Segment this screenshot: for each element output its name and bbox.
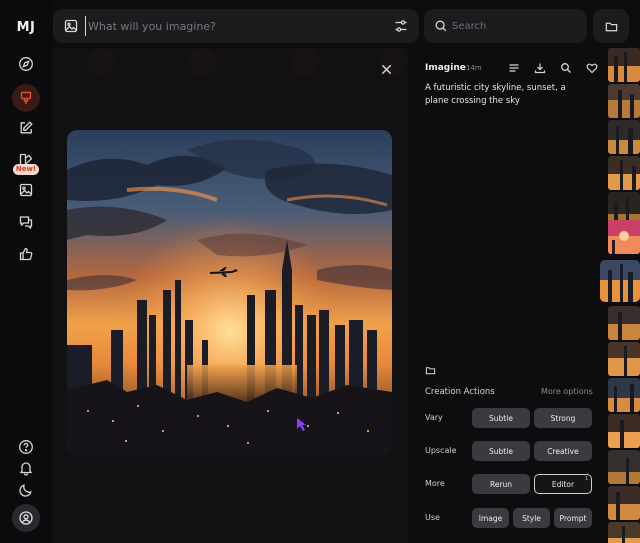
prompt-bar (53, 9, 419, 43)
job-type-label: Imagine (425, 63, 466, 73)
sidebar-item-organize[interactable] (12, 176, 40, 204)
brush-icon (20, 91, 32, 104)
compass-icon (19, 57, 33, 71)
background-thumbnails (87, 48, 407, 76)
folder-icon (425, 367, 436, 375)
upscale-subtle-button[interactable]: Subtle (472, 441, 530, 461)
list-icon (509, 64, 519, 72)
history-thumbnail[interactable] (608, 414, 640, 448)
editor-button[interactable]: Editor 1 (534, 474, 592, 494)
chat-icon (19, 216, 33, 230)
creation-actions-heading: Creation Actions (425, 387, 495, 397)
sidebar-item-chat[interactable] (12, 208, 40, 236)
sidebar-item-account[interactable] (12, 504, 40, 532)
use-image-button[interactable]: Image (472, 508, 509, 528)
history-thumbnail-selected[interactable] (600, 260, 640, 302)
prompt-text[interactable]: A futuristic city skyline, sunset, a pla… (425, 82, 575, 108)
prompt-input[interactable] (85, 16, 385, 36)
search-similar-button[interactable] (559, 61, 573, 75)
history-thumbnail[interactable] (608, 486, 640, 520)
vary-strong-button[interactable]: Strong (534, 408, 592, 428)
history-thumbnail[interactable] (608, 342, 640, 376)
new-badge: New! (13, 164, 39, 175)
close-button[interactable] (377, 60, 395, 78)
editor-count-badge: 1 (584, 476, 588, 482)
vary-label: Vary (425, 413, 443, 422)
more-options-link[interactable]: More options (541, 387, 593, 396)
more-label: More (425, 479, 445, 488)
history-thumbnail[interactable] (608, 48, 640, 82)
image-icon (19, 183, 33, 197)
city-skyline-picture (67, 130, 392, 455)
help-icon (19, 440, 33, 454)
job-timestamp: 14m (466, 64, 482, 72)
editor-button-label: Editor (551, 479, 575, 489)
upscale-creative-button[interactable]: Creative (534, 441, 592, 461)
image-actions (507, 61, 599, 75)
download-icon (534, 63, 546, 74)
folders-button[interactable] (593, 9, 629, 43)
sidebar-item-theme[interactable] (12, 476, 40, 504)
close-icon (381, 64, 391, 74)
moon-icon (19, 484, 32, 497)
history-thumbnail[interactable] (608, 120, 640, 154)
settings-sliders-icon[interactable] (393, 18, 409, 34)
search-icon (561, 63, 571, 73)
history-thumbnail[interactable] (608, 220, 640, 254)
edit-icon (20, 121, 33, 134)
rerun-button[interactable]: Rerun (472, 474, 530, 494)
search-bar (424, 9, 587, 43)
download-button[interactable] (533, 61, 547, 75)
details-panel: Imagine 14m A futuristic city skyline, s… (417, 48, 600, 543)
sidebar-item-edit[interactable] (12, 114, 40, 142)
use-prompt-button[interactable]: Prompt (554, 508, 592, 528)
bell-icon (19, 462, 33, 476)
folder-icon (605, 22, 617, 31)
history-thumbnail[interactable] (608, 522, 640, 543)
use-label: Use (425, 513, 440, 522)
use-style-button[interactable]: Style (513, 508, 550, 528)
app-logo[interactable]: MJ (0, 20, 52, 35)
vary-subtle-button[interactable]: Subtle (472, 408, 530, 428)
history-thumbnail[interactable] (608, 450, 640, 484)
like-button[interactable] (585, 61, 599, 75)
history-thumbnail[interactable] (608, 84, 640, 118)
search-input[interactable] (452, 16, 580, 36)
generated-image[interactable] (67, 130, 392, 455)
user-icon (19, 511, 33, 525)
history-thumbnail[interactable] (608, 378, 640, 412)
upscale-label: Upscale (425, 446, 457, 455)
search-icon (435, 20, 447, 32)
add-to-folder-button[interactable] (425, 361, 437, 375)
sidebar-item-rate[interactable] (12, 240, 40, 268)
image-upload-icon[interactable] (63, 18, 79, 34)
thumbs-up-icon (19, 247, 33, 261)
sidebar: MJ New! (0, 0, 52, 543)
sidebar-item-explore[interactable] (12, 50, 40, 78)
history-strip (600, 48, 640, 543)
sidebar-item-create[interactable] (12, 84, 40, 112)
options-button[interactable] (507, 61, 521, 75)
history-thumbnail[interactable] (608, 306, 640, 340)
history-thumbnail[interactable] (608, 156, 640, 190)
heart-icon (586, 63, 598, 74)
